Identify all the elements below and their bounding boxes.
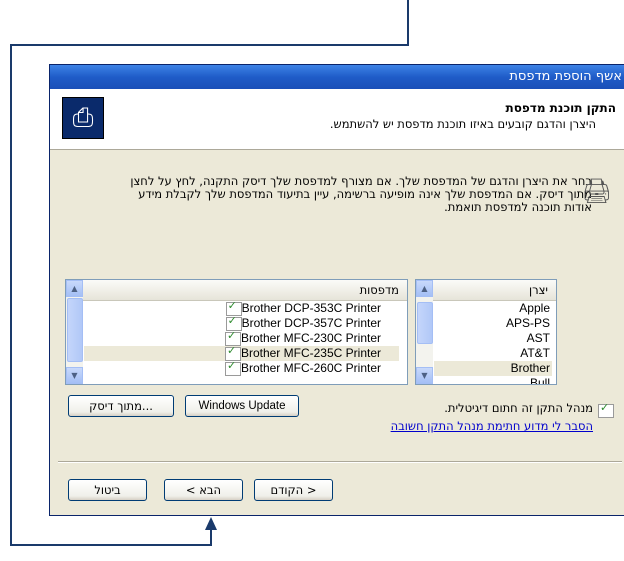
wizard-header: התקן תוכנת מדפסת היצרן והדגם קובעים באיז… (50, 89, 624, 150)
have-disk-button[interactable]: ...מתוך דיסק (68, 395, 174, 417)
scroll-up-button[interactable]: ▲ (66, 280, 83, 297)
printer-scrollbar[interactable]: ▲ ▼ (66, 280, 83, 384)
scroll-down-button[interactable]: ▼ (66, 367, 83, 384)
list-item-selected[interactable]: Brother (434, 361, 552, 376)
callout-line (10, 44, 409, 46)
list-item[interactable]: Brother DCP-357C Printer (84, 314, 399, 331)
driver-signed-text: מנהל התקן זה חתום דיגיטלית. (444, 401, 593, 415)
callout-arrowhead (205, 517, 217, 530)
manufacturer-scrollbar[interactable]: ▲ ▼ (416, 280, 433, 384)
scroll-thumb[interactable] (417, 302, 433, 344)
list-item-selected[interactable]: Brother MFC-235C Printer (84, 344, 399, 361)
driver-signing-link[interactable]: הסבר לי מדוע חתימת מנהל התקן חשובה (391, 419, 593, 433)
window-title: אשף הוספת מדפסת (50, 65, 624, 89)
callout-line (407, 0, 409, 46)
back-button[interactable]: < הקודם (254, 479, 333, 501)
list-item[interactable]: Apple (434, 301, 552, 316)
callout-line (10, 44, 12, 546)
list-item[interactable]: Brother MFC-260C Printer (84, 359, 399, 376)
list-item[interactable]: Brother DCP-353C Printer (84, 299, 399, 316)
manufacturer-list[interactable]: יצרן Apple APS-PS AST AT&T Brother Bull … (415, 279, 557, 385)
divider (58, 461, 622, 463)
signed-driver-icon (598, 401, 614, 418)
cancel-button[interactable]: ביטול (68, 479, 147, 501)
callout-line (10, 544, 212, 546)
next-button[interactable]: הבא > (164, 479, 243, 501)
scroll-up-button[interactable]: ▲ (416, 280, 433, 297)
printer-icon: 🖨 (581, 177, 612, 205)
printer-wizard-icon: ⎙ (62, 97, 104, 139)
scroll-thumb[interactable] (67, 298, 83, 362)
header-title: התקן תוכנת מדפסת (505, 101, 616, 115)
windows-update-button[interactable]: Windows Update (185, 395, 299, 417)
printer-column-header: מדפסות (66, 280, 407, 301)
printer-name: Brother DCP-357C Printer (241, 316, 381, 330)
list-item[interactable]: APS-PS (434, 316, 552, 331)
printer-name: Brother MFC-230C Printer (240, 331, 381, 345)
signed-driver-icon (224, 359, 241, 376)
scroll-down-button[interactable]: ▼ (416, 367, 433, 384)
add-printer-wizard-window: אשף הוספת מדפסת התקן תוכנת מדפסת היצרן ו… (49, 64, 624, 516)
manufacturer-column-header: יצרן (416, 280, 556, 301)
list-item[interactable]: AT&T (434, 346, 552, 361)
list-item[interactable]: Brother MFC-230C Printer (84, 329, 399, 346)
printer-name: Brother MFC-260C Printer (240, 361, 381, 375)
header-subtitle: היצרן והדגם קובעים באיזו תוכנת מדפסת יש … (329, 117, 596, 131)
list-item[interactable]: AST (434, 331, 552, 346)
printer-model-list[interactable]: מדפסות Brother DCP-353C Printer Brother … (65, 279, 408, 385)
instructions-text: בחר את היצרן והדגם של המדפסת שלך. אם מצו… (130, 174, 592, 214)
printer-name: Brother DCP-353C Printer (241, 301, 381, 315)
list-item[interactable]: Bull (434, 376, 552, 384)
printer-name: Brother MFC-235C Printer (240, 346, 381, 360)
callout-line (210, 528, 212, 546)
